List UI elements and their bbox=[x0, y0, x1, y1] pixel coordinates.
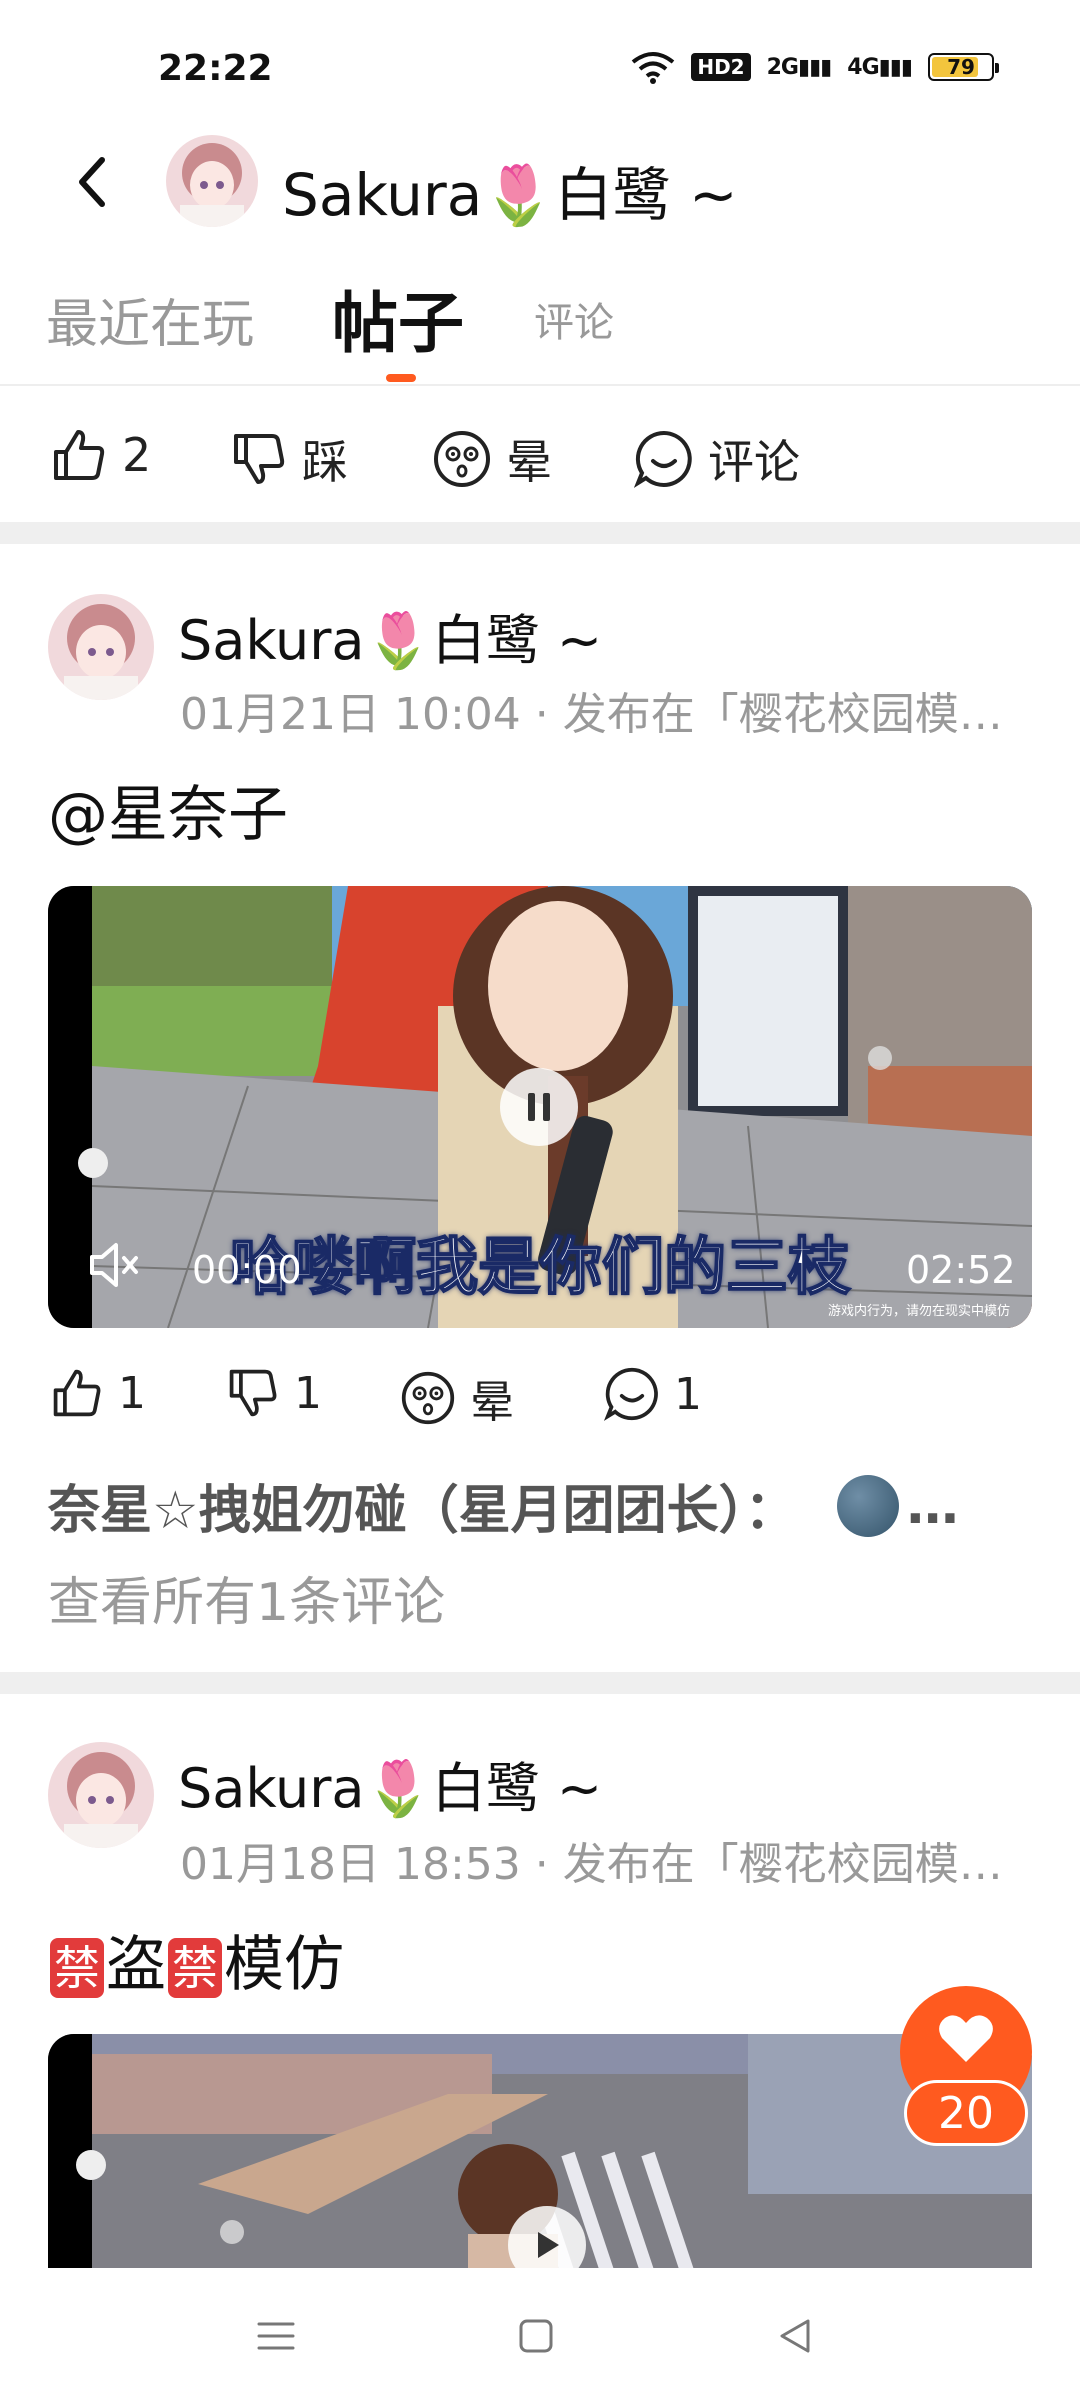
back-triangle-icon bbox=[780, 2319, 810, 2353]
video-current-time: 00:00 bbox=[192, 1248, 302, 1292]
post-card: Sakura🌷白鹭 ~ 01月21日 10:04 · 发布在「樱花校园模… @星… bbox=[0, 544, 1080, 1650]
back-icon[interactable] bbox=[62, 152, 122, 212]
status-bar: 22:22 HD2 2G▮▮▮ 4G▮▮▮ 79 bbox=[0, 0, 1080, 130]
tab-recently-played[interactable]: 最近在玩 bbox=[46, 282, 254, 357]
thumbs-down-icon bbox=[234, 434, 285, 484]
menu-nav-button[interactable] bbox=[246, 2306, 306, 2366]
home-nav-button[interactable] bbox=[506, 2306, 566, 2366]
avatar[interactable] bbox=[166, 135, 258, 227]
video-dot-handle bbox=[868, 1046, 892, 1070]
post-dislike-count: 1 bbox=[294, 1367, 322, 1419]
back-nav-button[interactable] bbox=[766, 2306, 826, 2366]
mute-button[interactable] bbox=[86, 1240, 146, 1294]
battery-icon: 79 bbox=[928, 53, 999, 81]
forbidden-badge: 禁 bbox=[50, 1938, 104, 1999]
menu-icon bbox=[257, 2322, 295, 2350]
status-time: 22:22 bbox=[158, 48, 273, 89]
comment-icon bbox=[634, 430, 692, 488]
post-dislike-button[interactable]: 1 bbox=[226, 1366, 322, 1420]
post-comment-button[interactable]: 1 bbox=[604, 1366, 702, 1422]
floating-like-count: 20 bbox=[904, 2080, 1028, 2146]
video-player[interactable]: 哈喽啊我是你们的三枝 00:00 02:52 游戏内行为，请勿在现实中模仿 bbox=[48, 886, 1032, 1328]
tab-posts[interactable]: 帖子 bbox=[332, 270, 464, 366]
heart-icon bbox=[939, 2015, 993, 2062]
like-count: 2 bbox=[122, 428, 152, 482]
video-player[interactable] bbox=[48, 2034, 1032, 2268]
comment-preview-user: 奈星☆拽姐勿碰（星月团团长）： bbox=[48, 1481, 797, 1541]
dizzy-label: 晕 bbox=[506, 435, 552, 489]
battery-level: 79 bbox=[947, 55, 975, 79]
tab-bar: 最近在玩 帖子 评论 bbox=[0, 270, 1080, 386]
post-text: 禁盗禁模仿 bbox=[48, 1916, 344, 2003]
post-meta: 01月18日 18:53 · 发布在「樱花校园模… bbox=[180, 1839, 1003, 1890]
section-divider bbox=[0, 1672, 1080, 1694]
play-icon bbox=[538, 2232, 559, 2258]
hd-badge: HD2 bbox=[691, 53, 751, 81]
pause-button[interactable] bbox=[500, 1068, 578, 1146]
post-author-name[interactable]: Sakura🌷白鹭 ~ bbox=[178, 596, 602, 675]
pause-icon bbox=[528, 1093, 550, 1121]
dizzy-button[interactable]: 晕 bbox=[432, 426, 552, 492]
header-username: Sakura🌷白鹭 ~ bbox=[282, 161, 738, 229]
dislike-button[interactable]: 踩 bbox=[230, 426, 348, 492]
video-progress-handle[interactable] bbox=[78, 1148, 108, 1178]
post-dizzy-label: 晕 bbox=[470, 1377, 514, 1428]
section-divider bbox=[0, 522, 1080, 544]
comment-button[interactable]: 评论 bbox=[634, 426, 800, 492]
video-watermark: 游戏内行为，请勿在现实中模仿 bbox=[828, 1304, 1011, 1319]
profile-action-bar: 2 踩 晕 评论 bbox=[0, 388, 1080, 524]
comment-label: 评论 bbox=[708, 435, 800, 489]
post-text-word: 模仿 bbox=[224, 1930, 344, 2000]
post-author-name[interactable]: Sakura🌷白鹭 ~ bbox=[178, 1744, 602, 1823]
wifi-icon bbox=[632, 52, 675, 84]
thumbs-up-icon bbox=[54, 430, 105, 480]
post-dizzy-button[interactable]: 晕 bbox=[400, 1366, 514, 1430]
video-progress-handle[interactable] bbox=[76, 2150, 106, 2180]
status-icons: HD2 2G▮▮▮ 4G▮▮▮ 79 bbox=[631, 50, 999, 84]
signal-4g-icon: 4G▮▮▮ bbox=[847, 54, 913, 80]
video-duration: 02:52 bbox=[906, 1248, 1016, 1292]
post-text-word: 盗 bbox=[106, 1930, 166, 2000]
post-meta: 01月21日 10:04 · 发布在「樱花校园模… bbox=[180, 689, 1003, 740]
tab-comments[interactable]: 评论 bbox=[534, 290, 614, 348]
post-like-count: 1 bbox=[118, 1367, 146, 1419]
comment-preview[interactable]: 奈星☆拽姐勿碰（星月团团长）： … bbox=[48, 1468, 959, 1543]
post-text: @星奈子 bbox=[48, 780, 288, 850]
dislike-label: 踩 bbox=[302, 435, 348, 489]
thumbs-up-icon bbox=[53, 1369, 101, 1417]
moon-emoji-icon bbox=[836, 1474, 899, 1537]
post-card: Sakura🌷白鹭 ~ 01月18日 18:53 · 发布在「樱花校园模… 禁盗… bbox=[0, 1694, 1080, 2268]
home-square-icon bbox=[519, 2319, 553, 2353]
video-subtitle: 哈喽啊我是你们的三枝 bbox=[229, 1229, 851, 1304]
comment-icon bbox=[604, 1367, 658, 1421]
dizzy-face-icon bbox=[401, 1371, 455, 1425]
video-dot-handle bbox=[220, 2220, 244, 2244]
forbidden-badge: 禁 bbox=[168, 1938, 222, 1999]
tab-indicator bbox=[386, 374, 416, 382]
signal-2g-icon: 2G▮▮▮ bbox=[766, 54, 833, 80]
system-nav-bar bbox=[0, 2268, 1080, 2400]
like-button[interactable]: 2 bbox=[50, 426, 151, 484]
post-author-avatar[interactable] bbox=[48, 594, 154, 700]
dizzy-face-icon bbox=[434, 431, 490, 487]
post-author-avatar[interactable] bbox=[48, 1742, 154, 1848]
view-all-comments-link[interactable]: 查看所有1条评论 bbox=[48, 1560, 445, 1635]
comment-preview-ellipsis: … bbox=[906, 1475, 959, 1536]
thumbs-down-icon bbox=[229, 1369, 277, 1417]
post-like-button[interactable]: 1 bbox=[50, 1366, 146, 1420]
header: Sakura🌷白鹭 ~ bbox=[0, 130, 1080, 240]
post-comment-count: 1 bbox=[674, 1368, 702, 1420]
mute-icon bbox=[90, 1243, 138, 1287]
